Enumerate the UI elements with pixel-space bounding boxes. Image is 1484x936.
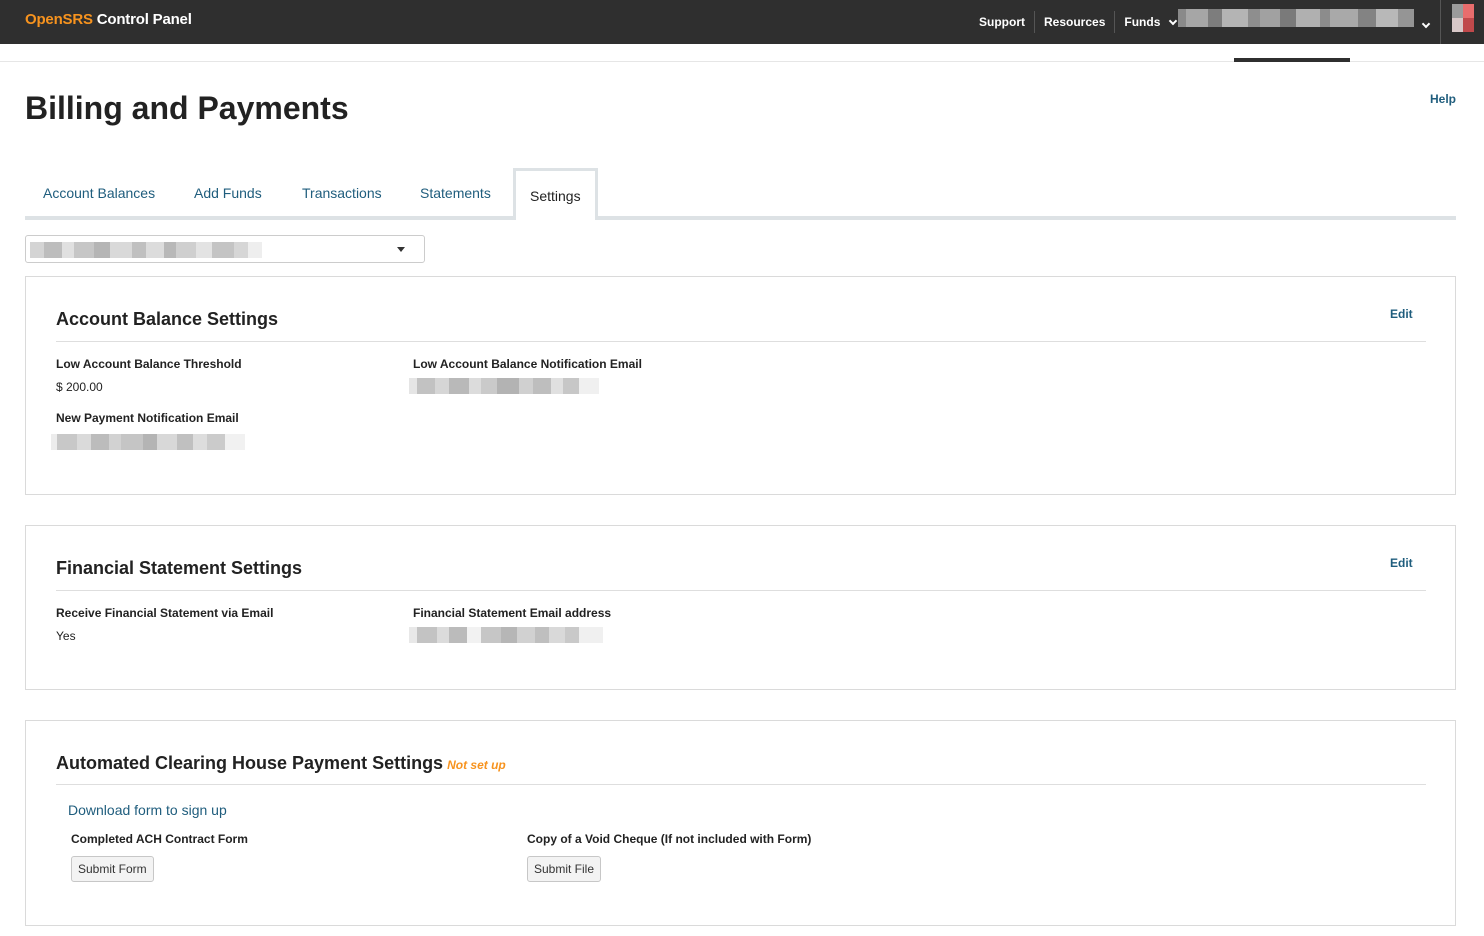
brand-logo[interactable]: OpenSRS Control Panel (25, 11, 192, 28)
financial-statement-edit-link[interactable]: Edit (1390, 556, 1413, 570)
account-name-redacted[interactable] (1178, 7, 1414, 29)
statement-email-redacted (409, 627, 603, 643)
new-payment-email-label: New Payment Notification Email (56, 411, 239, 425)
receive-statement-label: Receive Financial Statement via Email (56, 606, 274, 620)
section-divider (56, 341, 1426, 342)
topbar-divider (1440, 0, 1441, 44)
ach-settings-title: Automated Clearing House Payment Setting… (56, 753, 506, 774)
statement-email-label: Financial Statement Email address (413, 606, 612, 620)
caret-down-icon (397, 247, 405, 252)
tab-add-funds[interactable]: Add Funds (194, 185, 262, 201)
threshold-value: $ 200.00 (56, 380, 103, 394)
active-section-indicator (1234, 58, 1350, 62)
top-nav-links: Support Resources Funds (970, 10, 1185, 34)
section-divider (56, 784, 1426, 785)
tab-account-balances[interactable]: Account Balances (43, 185, 155, 201)
low-balance-email-label: Low Account Balance Notification Email (413, 357, 642, 371)
nav-resources-link[interactable]: Resources (1035, 11, 1116, 33)
account-select-value-redacted (30, 242, 282, 258)
nav-funds-label: Funds (1124, 15, 1161, 29)
tab-transactions[interactable]: Transactions (302, 185, 382, 201)
section-divider (56, 590, 1426, 591)
avatar[interactable] (1452, 4, 1474, 32)
ach-status-badge: Not set up (447, 758, 506, 772)
nav-funds-menu[interactable]: Funds (1115, 11, 1185, 33)
account-balance-edit-link[interactable]: Edit (1390, 307, 1413, 321)
low-balance-email-redacted (409, 378, 599, 394)
threshold-label: Low Account Balance Threshold (56, 357, 242, 371)
financial-statement-settings-panel: Financial Statement Settings Edit Receiv… (25, 525, 1456, 690)
brand-name-opensrs: OpenSRS (25, 11, 93, 28)
ach-contract-label: Completed ACH Contract Form (71, 832, 248, 846)
tab-settings[interactable]: Settings (513, 168, 598, 220)
void-cheque-label: Copy of a Void Cheque (If not included w… (527, 832, 812, 846)
chevron-down-icon (1169, 16, 1178, 25)
account-select[interactable] (25, 235, 425, 263)
brand-name-control-panel: Control Panel (92, 11, 192, 28)
account-balance-settings-title: Account Balance Settings (56, 309, 279, 329)
submit-form-button[interactable]: Submit Form (71, 856, 154, 882)
account-chevron-down-icon[interactable] (1421, 14, 1431, 32)
billing-tabs: Account Balances Add Funds Transactions … (25, 168, 1456, 220)
nav-support-link[interactable]: Support (970, 11, 1035, 33)
ach-payment-settings-panel: Automated Clearing House Payment Setting… (25, 720, 1456, 926)
help-link[interactable]: Help (1430, 92, 1456, 106)
new-payment-email-redacted (51, 434, 245, 450)
submit-file-button[interactable]: Submit File (527, 856, 602, 882)
page-title: Billing and Payments (25, 90, 349, 126)
top-navigation-bar: OpenSRS Control Panel Support Resources … (0, 0, 1484, 44)
download-ach-form-link[interactable]: Download form to sign up (68, 802, 227, 818)
account-balance-settings-panel: Account Balance Settings Edit Low Accoun… (25, 276, 1456, 495)
receive-statement-value: Yes (56, 629, 76, 643)
tab-statements[interactable]: Statements (420, 185, 491, 201)
financial-statement-settings-title: Financial Statement Settings (56, 558, 303, 578)
ach-settings-title-text: Automated Clearing House Payment Setting… (56, 753, 444, 773)
